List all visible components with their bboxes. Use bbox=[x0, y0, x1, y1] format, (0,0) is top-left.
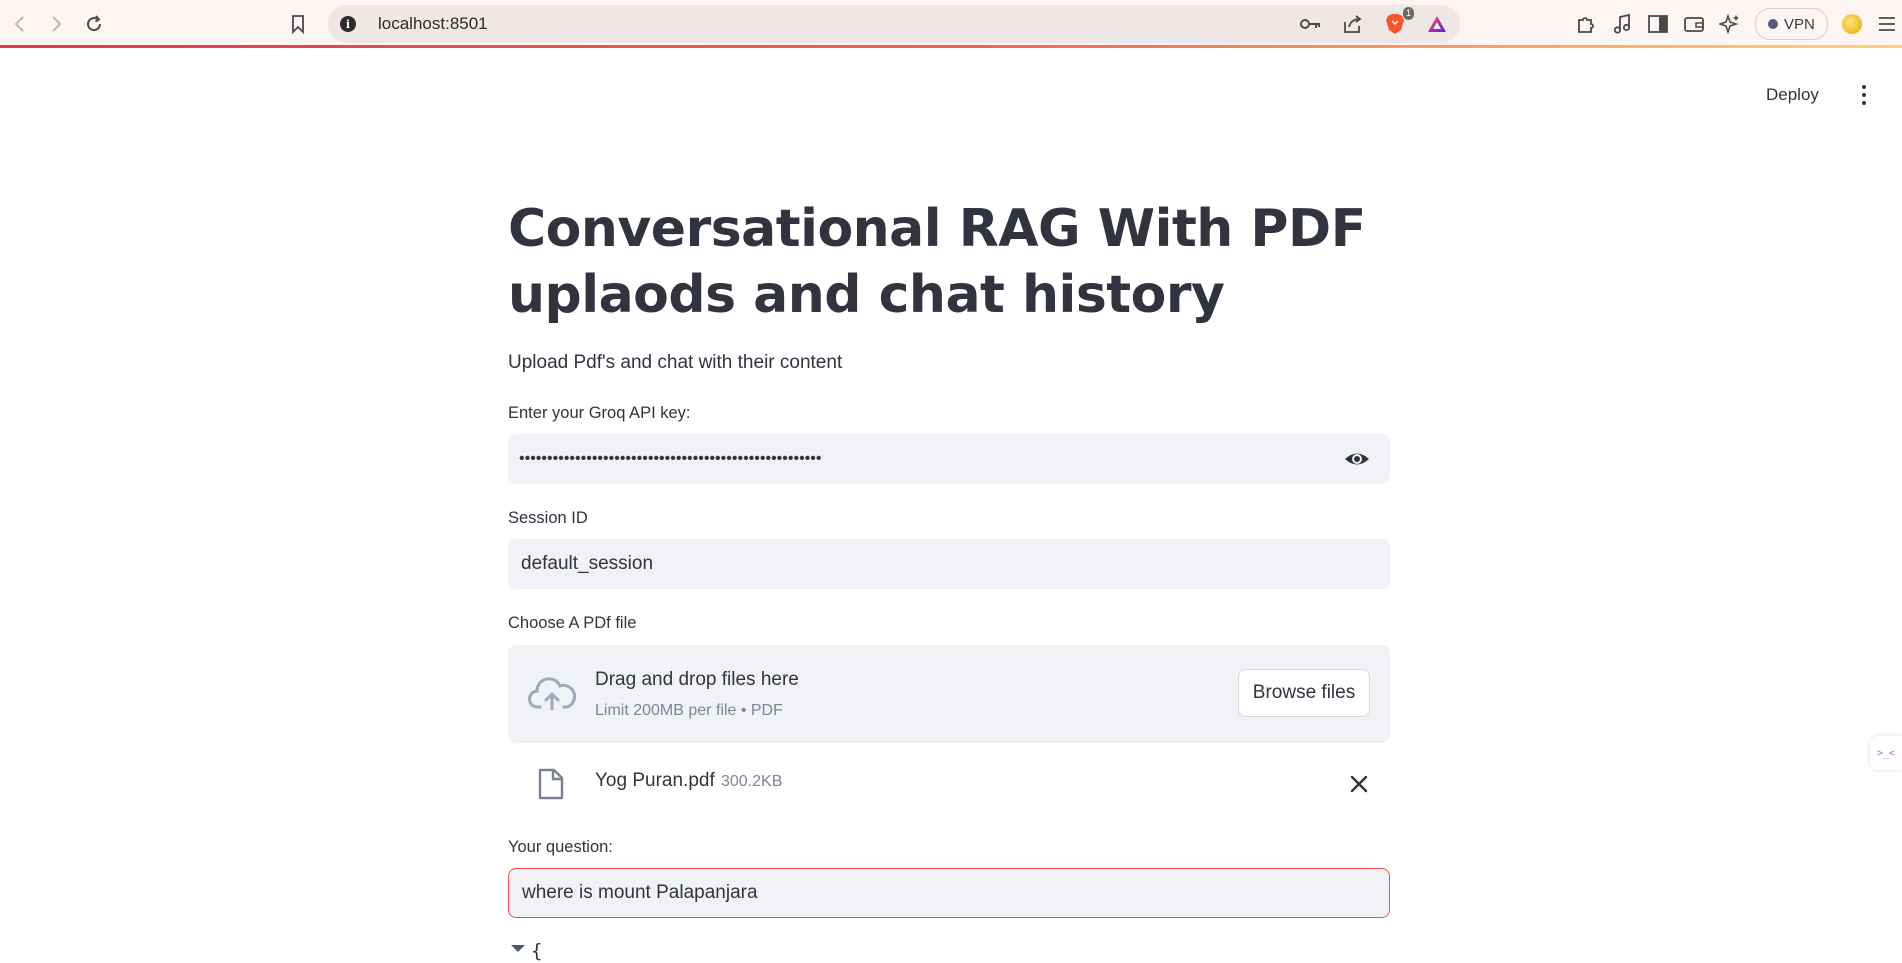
bookmark-icon bbox=[292, 15, 304, 34]
leo-ai-icon[interactable] bbox=[1719, 13, 1741, 35]
api-key-input[interactable]: ••••••••••••••••••••••••••••••••••••••••… bbox=[508, 434, 1390, 484]
bookmark-button[interactable] bbox=[284, 10, 312, 38]
side-tab-label: >_< bbox=[1876, 747, 1896, 759]
json-output[interactable]: { bbox=[508, 940, 542, 962]
forward-button[interactable] bbox=[42, 10, 70, 38]
session-id-field[interactable] bbox=[519, 552, 1303, 576]
brave-rewards-icon[interactable] bbox=[1426, 13, 1448, 35]
reload-icon bbox=[87, 15, 102, 32]
remove-file-icon[interactable] bbox=[1348, 773, 1370, 795]
page-subtitle: Upload Pdf's and chat with their content bbox=[508, 352, 843, 373]
wallet-icon[interactable] bbox=[1683, 13, 1705, 35]
uploaded-file-row: Yog Puran.pdf 300.2KB bbox=[508, 760, 1390, 808]
question-input[interactable] bbox=[508, 868, 1390, 918]
page-title: Conversational RAG With PDF uplaods and … bbox=[508, 199, 1366, 325]
vpn-button[interactable]: VPN bbox=[1755, 8, 1828, 40]
page-load-indicator bbox=[0, 45, 1902, 48]
question-label: Your question: bbox=[508, 838, 613, 856]
file-dropzone[interactable]: Drag and drop files here Limit 200MB per… bbox=[508, 645, 1390, 743]
session-id-input[interactable] bbox=[508, 539, 1390, 589]
sidebar-icon[interactable] bbox=[1647, 13, 1669, 35]
back-arrow-icon bbox=[14, 16, 24, 32]
side-extension-tab[interactable]: >_< bbox=[1870, 736, 1902, 770]
forward-arrow-icon bbox=[52, 16, 62, 32]
media-icon[interactable] bbox=[1611, 13, 1633, 35]
vpn-status-icon bbox=[1768, 19, 1778, 29]
uploaded-file-name: Yog Puran.pdf bbox=[595, 770, 715, 791]
site-info-icon[interactable]: i bbox=[340, 16, 356, 32]
json-collapse-caret-icon[interactable] bbox=[511, 945, 525, 952]
share-icon[interactable] bbox=[1342, 13, 1364, 35]
profile-coin-icon[interactable] bbox=[1841, 14, 1862, 34]
json-open-brace: { bbox=[531, 940, 543, 962]
api-key-value: ••••••••••••••••••••••••••••••••••••••••… bbox=[519, 450, 822, 467]
brave-shields-icon[interactable]: 1 bbox=[1384, 7, 1414, 35]
browse-files-button[interactable]: Browse files bbox=[1238, 669, 1370, 717]
reload-button[interactable] bbox=[80, 10, 108, 38]
dropzone-title: Drag and drop files here bbox=[595, 669, 799, 690]
menu-icon[interactable] bbox=[1876, 13, 1898, 35]
address-url: localhost:8501 bbox=[378, 14, 488, 33]
uploaded-file-size: 300.2KB bbox=[721, 773, 783, 790]
browser-toolbar: i localhost:8501 1 VPN bbox=[0, 0, 1902, 48]
vpn-label: VPN bbox=[1784, 15, 1815, 33]
session-id-label: Session ID bbox=[508, 509, 588, 527]
address-bar[interactable]: i localhost:8501 1 bbox=[328, 5, 1460, 43]
main-menu-icon[interactable] bbox=[1852, 82, 1876, 108]
show-password-icon[interactable] bbox=[1344, 447, 1370, 471]
shields-badge: 1 bbox=[1402, 7, 1414, 20]
deploy-button[interactable]: Deploy bbox=[1766, 80, 1819, 110]
cloud-upload-icon bbox=[528, 677, 576, 711]
extensions-icon[interactable] bbox=[1575, 13, 1597, 35]
uploader-label: Choose A PDf file bbox=[508, 614, 637, 632]
key-icon[interactable] bbox=[1300, 13, 1322, 35]
api-key-label: Enter your Groq API key: bbox=[508, 404, 691, 422]
file-icon bbox=[538, 768, 564, 800]
question-field[interactable] bbox=[520, 881, 1304, 905]
back-button[interactable] bbox=[6, 10, 34, 38]
dropzone-limit-text: Limit 200MB per file • PDF bbox=[595, 702, 783, 719]
